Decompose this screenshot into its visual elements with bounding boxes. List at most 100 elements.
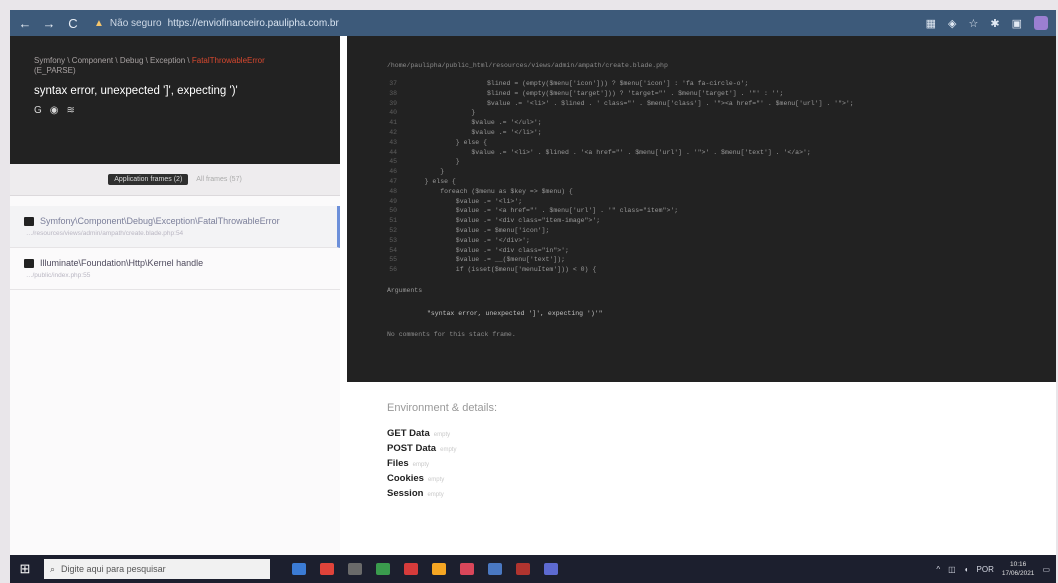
exception-namespace: Symfony \ Component \ Debug \ Exception … [34,56,190,65]
env-key: Files [387,458,409,469]
code-listing: 37 $lined = (empty($menu['icon'])) ? $me… [347,79,1056,275]
code-line: 56 if (isset($menu['menuItem'])) < 0) { [347,265,1056,275]
frame-index-badge [24,258,34,268]
line-number: 55 [389,256,397,264]
system-tray: ^ ◫ ◖ POR 10:16 17/06/2021 ▭ [936,560,1050,578]
code-line: 39 $value .= '<li>' . $lined . ' class="… [347,99,1056,109]
line-text: $value .= '<div class="in">'; [409,246,569,254]
env-value: empty [412,462,429,468]
line-text: $value .= '<a href="' . $menu['url'] . '… [409,207,679,215]
env-item-files: Files empty [387,458,1056,469]
line-text: } [409,158,460,166]
tab-all-frames[interactable]: All frames (57) [196,176,242,183]
taskbar-app-icon[interactable] [488,563,502,575]
window-icon[interactable]: ▣ [1012,17,1022,30]
google-icon[interactable]: G [34,105,42,116]
extension-icon[interactable]: ◈ [948,17,956,30]
code-line: 42 $value .= '</li>'; [347,128,1056,138]
line-text: $lined = (empty($menu['icon'])) ? $menu[… [409,80,749,87]
taskbar-app-icon[interactable] [516,563,530,575]
env-value: empty [427,477,445,483]
star-icon[interactable]: ☆ [969,17,979,30]
line-text: $value .= '<div class="item-image">'; [409,217,601,225]
line-number: 41 [389,119,397,127]
code-line: 54 $value .= '<div class="in">'; [347,246,1056,256]
frame-item[interactable]: Illuminate\Foundation\Http\Kernel handle… [10,248,340,290]
code-line: 55 $value .= __($menu['text']); [347,255,1056,265]
address-bar[interactable]: ▲ Não seguro https://enviofinanceiro.pau… [94,18,339,29]
line-text: $value .= $menu['icon']; [409,226,550,234]
line-number: 51 [389,217,397,225]
taskbar-app-icon[interactable] [404,563,418,575]
url-text[interactable]: https://enviofinanceiro.paulipha.com.br [168,18,339,29]
env-item-post: POST Data empty [387,443,1056,454]
code-line: 49 $value .= '<li>'; [347,197,1056,207]
env-item-session: Session empty [387,488,1056,499]
reload-button[interactable]: C [66,16,80,31]
network-icon[interactable]: ◫ [948,565,956,574]
frame-list: Symfony\Component\Debug\Exception\FatalT… [10,196,340,290]
env-key: Cookies [387,473,424,484]
line-number: 56 [389,266,397,274]
line-text: $value .= '<li>' . $lined . '<a href="' … [409,148,811,156]
code-line: 50 $value .= '<a href="' . $menu['url'] … [347,206,1056,216]
code-line: 37 $lined = (empty($menu['icon'])) ? $me… [347,79,1056,89]
volume-icon[interactable]: ◖ [964,565,969,574]
grid-icon[interactable]: ▦ [926,17,936,30]
browser-toolbar: ← → C ▲ Não seguro https://enviofinancei… [10,10,1056,36]
line-text: } [409,168,445,176]
env-key: POST Data [387,443,437,454]
tab-application-frames[interactable]: Application frames (2) [108,174,189,185]
search-placeholder: Digite aqui para pesquisar [61,564,166,574]
chevron-up-icon[interactable]: ^ [936,565,940,574]
taskbar-clock[interactable]: 10:16 17/06/2021 [1002,560,1035,578]
exception-class: Symfony \ Component \ Debug \ Exception … [34,56,326,77]
code-line: 48 foreach ($menu as $key => $menu) { [347,187,1056,197]
exception-name: FatalThrowableError [191,56,265,65]
code-file-path[interactable]: /home/paulipha/public_html/resources/vie… [347,62,1056,69]
code-line: 47 } else { [347,177,1056,187]
line-number: 54 [389,246,397,254]
frame-class: Symfony\Component\Debug\Exception\FatalT… [40,216,280,226]
env-item-get: GET Data empty [387,428,1056,439]
env-value: empty [440,447,457,453]
exception-code: (E_PARSE) [34,66,76,76]
taskbar-app-icon[interactable] [320,563,334,575]
back-button[interactable]: ← [18,16,32,31]
taskbar-app-icon[interactable] [460,563,474,575]
taskbar-app-icon[interactable] [432,563,446,575]
taskbar-app-icon[interactable] [348,563,362,575]
line-number: 40 [389,109,397,117]
line-text: } [409,109,476,117]
pin-icon[interactable]: ✱ [990,17,999,30]
notification-icon[interactable]: ▭ [1042,565,1050,574]
line-number: 52 [389,226,397,234]
forward-button[interactable]: → [42,16,56,31]
line-number: 42 [389,128,397,136]
clock-time: 10:16 [1010,561,1027,568]
line-number: 49 [389,197,397,205]
warning-icon: ▲ [94,17,104,29]
duckduckgo-icon[interactable]: ◉ [50,105,59,116]
stackoverflow-icon[interactable]: ≋ [67,105,75,116]
env-item-cookies: Cookies empty [387,473,1056,484]
env-value: empty [427,492,444,498]
taskbar-app-icon[interactable] [292,563,306,575]
profile-icon[interactable] [1034,16,1048,30]
taskbar-search[interactable]: ⌕ Digite aqui para pesquisar [44,559,270,579]
argument-value: "syntax error, unexpected ']', expecting… [427,309,603,317]
windows-start-icon[interactable]: ⊞ [16,561,34,577]
tray-language[interactable]: POR [977,565,994,574]
code-line: 52 $value .= $menu['icon']; [347,226,1056,236]
taskbar-app-icon[interactable] [544,563,558,575]
toolbar-icons: ▦ ◈ ☆ ✱ ▣ [926,16,1048,30]
line-number: 48 [389,187,397,195]
frame-file: …/resources/views/admin/ampath/create.bl… [26,230,184,237]
frame-item[interactable]: Symfony\Component\Debug\Exception\FatalT… [10,206,340,248]
code-panel: /home/paulipha/public_html/resources/vie… [347,36,1056,382]
code-line: 41 $value .= '</ul>'; [347,118,1056,128]
line-text: $value .= '<li>'; [409,197,523,205]
arguments-label: Arguments [387,286,423,294]
frame-class: Illuminate\Foundation\Http\Kernel handle [40,258,204,268]
taskbar-app-icon[interactable] [376,563,390,575]
